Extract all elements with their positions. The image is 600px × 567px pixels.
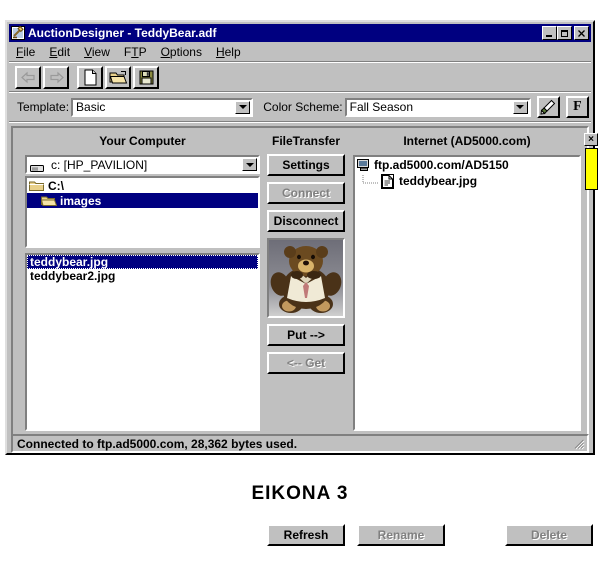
maximize-button[interactable]: [557, 26, 572, 40]
window-title: AuctionDesigner - TeddyBear.adf: [28, 26, 217, 40]
open-folder-button[interactable]: [105, 65, 131, 89]
status-text: Connected to ftp.ad5000.com, 28,362 byte…: [17, 436, 298, 451]
get-button-label: <-- Get: [286, 356, 326, 370]
put-button-label: Put -->: [287, 328, 325, 342]
paintbrush-button[interactable]: [536, 96, 560, 118]
minimize-button[interactable]: [542, 26, 557, 40]
menu-help[interactable]: Help: [216, 45, 241, 59]
list-item[interactable]: teddybear.jpg: [27, 255, 258, 269]
drive-icon: [30, 160, 44, 172]
font-button[interactable]: F: [565, 96, 589, 118]
color-scheme-label: Color Scheme:: [263, 100, 343, 114]
drive-value: c: [HP_PAVILION]: [51, 157, 148, 172]
connect-button-label: Connect: [282, 186, 330, 200]
right-panel-title: Internet (AD5000.com): [403, 134, 531, 148]
refresh-button-label: Refresh: [283, 528, 329, 542]
settings-button[interactable]: Settings: [267, 154, 345, 176]
new-document-button[interactable]: [77, 65, 103, 89]
chevron-down-icon[interactable]: [512, 100, 528, 114]
menu-file[interactable]: File: [16, 45, 35, 59]
folder-tree[interactable]: C:\ images: [25, 176, 260, 248]
delete-button-label: Delete: [530, 528, 568, 542]
back-button[interactable]: [15, 65, 41, 89]
folder-icon: [29, 180, 45, 192]
auction-gavel-icon: [11, 25, 25, 40]
color-scheme-select[interactable]: Fall Season: [344, 97, 531, 117]
client-area: Your Computer FileTransfer Internet (AD5…: [11, 126, 598, 546]
teddy-bear-preview: [267, 238, 345, 318]
tree-item-root[interactable]: C:\: [27, 178, 258, 193]
template-select[interactable]: Basic: [71, 97, 254, 117]
window-controls: [542, 26, 591, 40]
save-button[interactable]: [133, 65, 159, 89]
menu-ftp[interactable]: FTP: [124, 45, 147, 59]
server-icon: [357, 159, 370, 171]
disconnect-button[interactable]: Disconnect: [267, 210, 345, 232]
folder-open-icon: [40, 195, 58, 207]
tree-item-label: teddybear.jpg: [399, 174, 478, 188]
menu-bar: File Edit View FTP Options Help: [9, 43, 591, 61]
connect-button[interactable]: Connect: [267, 182, 345, 204]
tree-item-server[interactable]: ftp.ad5000.com/AD5150: [355, 157, 579, 173]
menu-view[interactable]: View: [84, 45, 110, 59]
close-icon: ×: [588, 134, 594, 145]
menu-edit[interactable]: Edit: [49, 45, 70, 59]
toolbar: [9, 63, 591, 91]
resize-grip[interactable]: [572, 437, 585, 450]
application-window: AuctionDesigner - TeddyBear.adf File Edi…: [5, 20, 598, 546]
template-value: Basic: [76, 100, 106, 114]
tree-item-images[interactable]: images: [27, 193, 258, 208]
remote-file-tree[interactable]: ftp.ad5000.com/AD5150 teddybear.jpg: [353, 155, 581, 431]
rename-button-label: Rename: [377, 528, 425, 542]
rename-button[interactable]: Rename: [357, 524, 445, 546]
font-button-label: F: [573, 99, 582, 114]
forward-button[interactable]: [43, 65, 69, 89]
drive-select[interactable]: c: [HP_PAVILION]: [25, 155, 260, 174]
tree-connector-icon: [360, 174, 380, 188]
template-bar: Template: Basic Color Scheme: Fall Seaso…: [9, 94, 591, 120]
figure-caption: EIKONA 3: [251, 483, 349, 504]
list-item-label: teddybear2.jpg: [30, 269, 116, 283]
disconnect-button-label: Disconnect: [273, 214, 339, 228]
list-item-label: teddybear.jpg: [30, 255, 109, 269]
template-divider: [9, 121, 591, 123]
left-panel-title: Your Computer: [99, 134, 186, 148]
color-scheme-value: Fall Season: [349, 100, 413, 114]
toolbar-divider: [9, 91, 591, 93]
middle-panel-title: FileTransfer: [271, 134, 341, 148]
settings-button-label: Settings: [282, 158, 330, 172]
get-button[interactable]: <-- Get: [267, 352, 345, 374]
close-panel-button[interactable]: ×: [584, 133, 598, 146]
file-icon: [381, 173, 394, 189]
refresh-button[interactable]: Refresh: [267, 524, 345, 546]
status-bar: Connected to ftp.ad5000.com, 28,362 byte…: [11, 434, 589, 453]
chevron-down-icon[interactable]: [235, 100, 251, 114]
title-bar[interactable]: AuctionDesigner - TeddyBear.adf: [9, 24, 591, 42]
file-transfer-column: Settings Connect Disconnect Put --> <-- …: [267, 154, 345, 380]
list-item[interactable]: teddybear2.jpg: [27, 269, 258, 283]
tree-item-remote-file[interactable]: teddybear.jpg: [355, 173, 579, 189]
put-button[interactable]: Put -->: [267, 324, 345, 346]
menu-options[interactable]: Options: [161, 45, 202, 59]
transfer-progress-indicator: [585, 148, 598, 190]
tree-item-label: C:\: [48, 178, 64, 193]
tree-item-label: ftp.ad5000.com/AD5150: [374, 158, 509, 172]
template-label: Template:: [17, 100, 70, 114]
tree-item-label: images: [60, 193, 102, 208]
close-button[interactable]: [574, 26, 589, 40]
delete-button[interactable]: Delete: [505, 524, 593, 546]
local-file-list[interactable]: teddybear.jpg teddybear2.jpg: [25, 253, 260, 431]
chevron-down-icon[interactable]: [242, 158, 257, 171]
